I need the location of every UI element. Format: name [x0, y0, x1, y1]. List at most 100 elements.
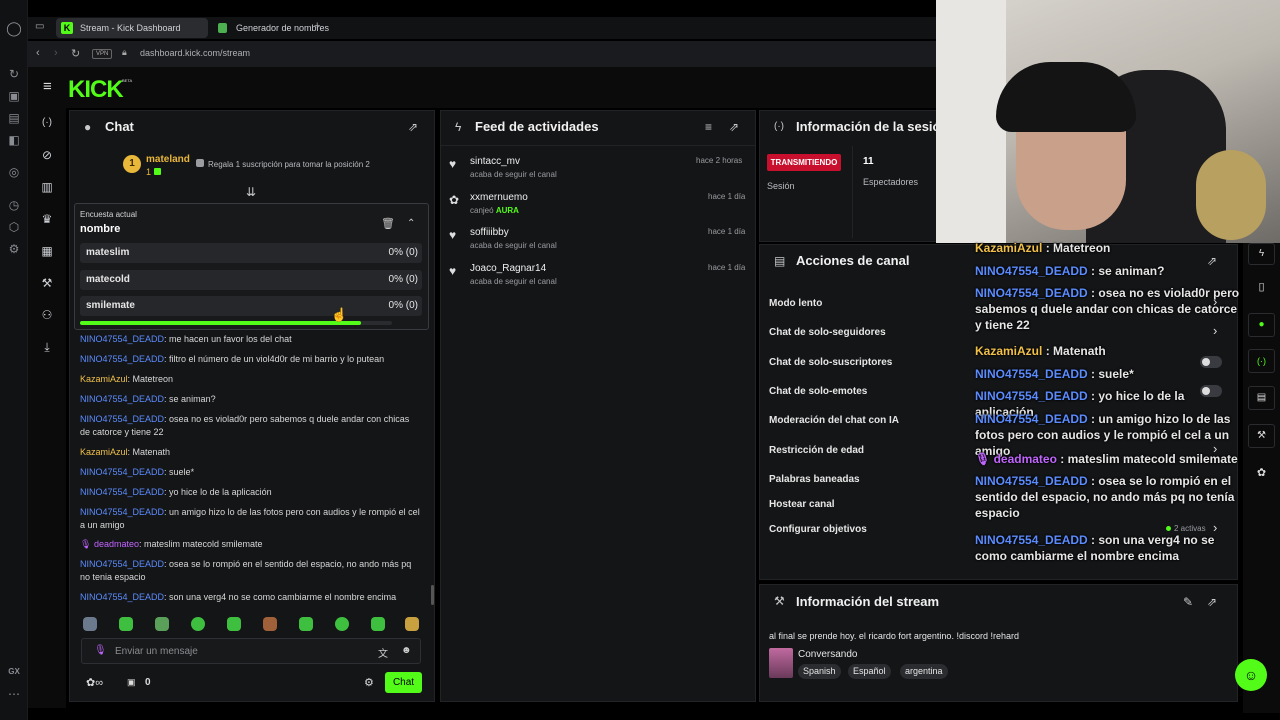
- chat-icon[interactable]: ●: [1248, 313, 1275, 337]
- globe-icon[interactable]: ◎: [6, 164, 22, 180]
- chat-username[interactable]: KazamiAzul: [80, 447, 128, 457]
- activity-name[interactable]: Joaco_Ragnar14: [470, 263, 546, 274]
- new-tab-button[interactable]: +: [314, 20, 320, 32]
- activity-name[interactable]: soffiiibby: [470, 227, 509, 238]
- reload-icon[interactable]: ↻: [71, 47, 80, 60]
- action-emotes-only[interactable]: Chat de solo-emotes: [769, 386, 867, 397]
- popout-icon[interactable]: ⇗: [1207, 595, 1217, 609]
- link-icon[interactable]: ⊘: [39, 147, 55, 163]
- image-icon[interactable]: ▤: [6, 110, 22, 126]
- overlay-message: NINO47554_DEADD : son una verg4 no se co…: [975, 532, 1240, 564]
- chat-input[interactable]: 🎙︎ Enviar un mensaje 文 ☻: [81, 638, 421, 664]
- activity-icon[interactable]: ✿: [1248, 461, 1275, 485]
- chat-username[interactable]: deadmateo: [94, 539, 139, 549]
- url-field[interactable]: dashboard.kick.com/stream: [140, 48, 250, 58]
- emote-icon[interactable]: [155, 617, 169, 631]
- chat-username[interactable]: NINO47554_DEADD: [80, 394, 164, 404]
- poll-option[interactable]: matecold 0% (0): [80, 270, 422, 290]
- emote-icon[interactable]: [371, 617, 385, 631]
- help-chat-button[interactable]: ☺: [1235, 659, 1267, 691]
- emote-icon[interactable]: [119, 617, 133, 631]
- back-icon[interactable]: ‹: [36, 47, 40, 59]
- action-slow-mode[interactable]: Modo lento: [769, 298, 822, 309]
- collapse-pinned-icon[interactable]: ⇊: [246, 185, 256, 199]
- document-icon[interactable]: ▯: [1248, 275, 1275, 299]
- emote-icon[interactable]: [83, 617, 97, 631]
- chat-username[interactable]: NINO47554_DEADD: [80, 467, 164, 477]
- chat-username[interactable]: KazamiAzul: [80, 374, 128, 384]
- broadcast-icon[interactable]: (·): [1248, 349, 1275, 373]
- stream-tag[interactable]: argentina: [900, 664, 948, 679]
- emote-icon[interactable]: [263, 617, 277, 631]
- emote-icon[interactable]: [335, 617, 349, 631]
- activity-name[interactable]: xxmernuemo: [470, 192, 528, 203]
- filter-icon[interactable]: ≡: [705, 120, 712, 134]
- emoji-icon[interactable]: ☻: [401, 645, 412, 656]
- forward-icon[interactable]: ›: [54, 47, 58, 59]
- settings-icon[interactable]: ⚙: [6, 241, 22, 257]
- mic-icon[interactable]: 🎙︎: [94, 645, 107, 656]
- channel-points-icon[interactable]: ✿∞: [86, 676, 103, 689]
- gifter-name[interactable]: mateland: [146, 154, 190, 165]
- stream-tag[interactable]: Español: [848, 664, 891, 679]
- action-followers-only[interactable]: Chat de solo-seguidores: [769, 327, 886, 338]
- vpn-badge[interactable]: VPN: [92, 49, 113, 59]
- action-subscribers-only[interactable]: Chat de solo-suscriptores: [769, 357, 892, 368]
- chat-settings-icon[interactable]: ⚙: [364, 676, 374, 689]
- clock-icon[interactable]: ◷: [6, 197, 22, 213]
- cube-icon[interactable]: ⬡: [6, 219, 22, 235]
- more-icon[interactable]: ⋯: [6, 686, 22, 702]
- gift-prompt[interactable]: Regala 1 suscripción para tomar la posic…: [208, 160, 370, 169]
- emote-icon[interactable]: [299, 617, 313, 631]
- analytics-icon[interactable]: ▥: [39, 179, 55, 195]
- bag-icon[interactable]: ▣: [6, 88, 22, 104]
- category-name[interactable]: Conversando: [798, 649, 857, 660]
- poll-option[interactable]: smilemate 0% (0): [80, 296, 422, 316]
- upload-icon[interactable]: ⤓: [39, 339, 55, 355]
- emote-icon[interactable]: [405, 617, 419, 631]
- stream-icon[interactable]: (·): [39, 115, 55, 131]
- trophy-icon[interactable]: ♛: [39, 211, 55, 227]
- translate-icon[interactable]: 文: [378, 645, 388, 660]
- action-age-restriction[interactable]: Restricción de edad: [769, 445, 864, 456]
- tab-overview-icon[interactable]: ▭: [35, 21, 44, 32]
- chat-username[interactable]: NINO47554_DEADD: [80, 507, 164, 517]
- chat-username[interactable]: NINO47554_DEADD: [80, 354, 164, 364]
- messenger-icon[interactable]: ◧: [6, 132, 22, 148]
- chat-scrollbar[interactable]: [431, 585, 434, 605]
- refresh-icon[interactable]: ↻: [6, 66, 22, 82]
- popout-icon[interactable]: ⇗: [729, 120, 739, 134]
- wrench-icon[interactable]: ⚒: [1248, 424, 1275, 448]
- popout-icon[interactable]: ⇗: [408, 120, 418, 134]
- chat-username[interactable]: NINO47554_DEADD: [80, 487, 164, 497]
- action-host-channel[interactable]: Hostear canal: [769, 499, 835, 510]
- kick-logo[interactable]: KICK: [68, 76, 124, 104]
- edit-icon[interactable]: ✎: [1183, 595, 1193, 609]
- category-thumbnail[interactable]: [769, 648, 793, 678]
- emote-icon[interactable]: [191, 617, 205, 631]
- opera-logo-icon[interactable]: ◯: [6, 20, 22, 36]
- chevron-up-icon[interactable]: ⌃: [407, 217, 415, 231]
- action-ai-moderation[interactable]: Moderación del chat con IA: [769, 415, 899, 426]
- emote-icon[interactable]: [227, 617, 241, 631]
- wrench-icon[interactable]: ⚒: [39, 275, 55, 291]
- actions-icon[interactable]: ▤: [1248, 386, 1275, 410]
- stream-tag[interactable]: Spanish: [798, 664, 841, 679]
- chat-username[interactable]: NINO47554_DEADD: [80, 592, 164, 602]
- video-icon[interactable]: ▦: [39, 243, 55, 259]
- activity-name[interactable]: sintacc_mv: [470, 156, 520, 167]
- trash-icon[interactable]: 🗑︎: [381, 217, 395, 231]
- chat-username[interactable]: NINO47554_DEADD: [80, 414, 164, 424]
- poll-option[interactable]: mateslim 0% (0): [80, 243, 422, 263]
- tab-kick-dashboard[interactable]: K Stream - Kick Dashboard: [56, 18, 208, 38]
- chat-username[interactable]: NINO47554_DEADD: [80, 559, 164, 569]
- tab-name-generator[interactable]: Generador de nombres de: [212, 18, 330, 38]
- bolt-icon[interactable]: ϟ: [1248, 243, 1275, 265]
- users-icon[interactable]: ⚇: [39, 307, 55, 323]
- action-goals[interactable]: Configurar objetivos: [769, 524, 867, 535]
- chat-username[interactable]: NINO47554_DEADD: [80, 334, 164, 344]
- menu-icon[interactable]: ≡: [43, 78, 52, 95]
- send-chat-button[interactable]: Chat: [385, 672, 422, 693]
- overlay-username: deadmateo: [993, 452, 1057, 466]
- action-banned-words[interactable]: Palabras baneadas: [769, 474, 860, 485]
